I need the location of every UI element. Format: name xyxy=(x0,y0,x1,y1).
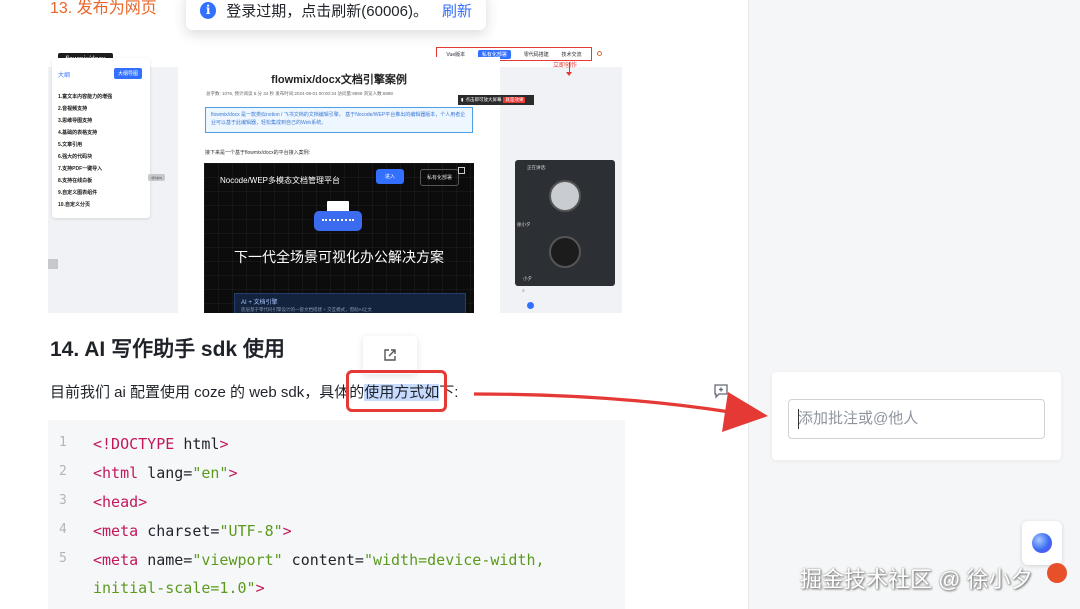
comment-input[interactable]: 添加批注或@他人 xyxy=(788,399,1045,439)
line-number: 3 xyxy=(59,493,67,508)
ai-orb-icon xyxy=(1032,533,1052,553)
info-icon: i xyxy=(200,1,217,19)
line-number: 2 xyxy=(59,464,67,479)
page: 13. 发布为网页 flowmix/docx Vue版本 私有化部署 零代码搭建… xyxy=(0,0,1080,609)
mini-outline-panel: 大纲 大纲导图 1.富文本内容能力的增强 2.音视频支持 3.思维导图支持 4.… xyxy=(52,58,150,218)
mini-create-label: 立即创作 xyxy=(553,63,578,69)
code-text: <meta charset="UTF-8"> xyxy=(93,522,292,540)
refresh-link[interactable]: 刷新 xyxy=(442,0,472,21)
section-13-heading: 13. 发布为网页 xyxy=(50,0,157,17)
code-text: <!DOCTYPE html> xyxy=(93,435,229,453)
mini-sidebar-toggle-icon xyxy=(48,259,58,269)
watermark: 掘金技术社区 @ 徐小夕 xyxy=(800,567,1033,592)
login-expired-toast: i 登录过期，点击刷新(60006)。 刷新 xyxy=(186,0,486,30)
mini-nav-item: 零代码搭建 xyxy=(523,51,549,58)
mini-article-title: flowmix/docx文档引擎案例 xyxy=(271,74,407,86)
search-icon: ⌕ xyxy=(522,288,525,294)
link-popover[interactable] xyxy=(363,336,417,374)
code-text: initial-scale=1.0"> xyxy=(93,579,265,597)
mini-outline-item: 7.支持PDF一键导入 xyxy=(58,166,103,172)
mini-expand-icon xyxy=(458,167,465,174)
mini-outline-item: 8.支持在线白板 xyxy=(58,178,93,184)
mini-banner-headline: 下一代全场景可视化办公解决方案 xyxy=(234,249,444,265)
mini-tip-badge: 就是效果 xyxy=(503,97,526,103)
line-number: 5 xyxy=(59,551,67,566)
notification-badge xyxy=(1047,563,1067,583)
section-14-heading: 14. AI 写作助手 sdk 使用 xyxy=(50,338,285,361)
mini-video-title: 正在讲话: xyxy=(527,165,547,170)
mini-nav-item: 技术交流 xyxy=(561,51,582,58)
paragraph-text: 目前我们 ai 配置使用 coze 的 web sdk，具体的 xyxy=(50,384,365,401)
mini-outline-item: 4.基础的表格支持 xyxy=(58,130,98,136)
mini-video-name: 小夕 xyxy=(523,276,532,281)
mini-outline-item: 2.音视频支持 xyxy=(58,106,88,112)
typewriter-icon xyxy=(314,201,362,231)
mini-tip-bar: ▮ 点击即可放大屏幕 就是效果 xyxy=(458,95,534,105)
mini-settings-icon xyxy=(597,51,602,56)
open-external-icon[interactable] xyxy=(383,348,397,362)
mini-article-card: flowmix/docx文档引擎案例 总字数: 1076, 预计阅读 5 分 3… xyxy=(178,57,500,313)
mini-banner-enter-button: 进入 xyxy=(376,169,405,184)
mini-outline-item: 10.自定义分页 xyxy=(58,202,90,208)
mini-outline-title: 大纲 xyxy=(58,73,71,79)
code-text: <html lang="en"> xyxy=(93,464,238,482)
embedded-screenshot: flowmix/docx Vue版本 私有化部署 零代码搭建 技术交流 立即创作… xyxy=(48,47,622,313)
mini-feature-title: AI + 文档引擎 xyxy=(241,300,278,306)
mini-article-meta: 总字数: 1076, 预计阅读 5 分 34 秒 发布时间:2024-08-01… xyxy=(206,91,393,96)
avatar xyxy=(549,236,581,268)
mini-feature-sub: 底层基于零代码引擎设计的一套文档搭建 + 交互模式，借助AI让文 xyxy=(241,307,372,312)
mini-outline-item: 1.富文本内容能力的增强 xyxy=(58,94,113,100)
comment-panel: 添加批注或@他人 xyxy=(772,372,1061,460)
mini-side-label: @kjks xyxy=(148,174,165,181)
mini-article-info: flowmix/docx 是一款类似notion / 飞书文档的文档编辑引擎。 … xyxy=(205,107,473,133)
ai-assistant-button[interactable] xyxy=(1022,521,1062,565)
line-number: 1 xyxy=(59,435,67,450)
code-block: 1 <!DOCTYPE html> 2 <html lang="en"> 3 <head>… xyxy=(48,420,625,609)
mini-outline-list: 1.富文本内容能力的增强 2.音视频支持 3.思维导图支持 4.基础的表格支持 … xyxy=(58,91,112,211)
mini-outline-item: 3.思维导图支持 xyxy=(58,118,93,124)
mini-tip-text: 点击即可放大屏幕 xyxy=(465,97,502,102)
mini-banner-title: Nocode/WEP多模态文档管理平台 xyxy=(220,176,341,185)
mini-outline-item: 5.文章引用 xyxy=(58,142,83,148)
code-text: <head> xyxy=(93,493,148,511)
mini-outline-item: 9.自定义图表组件 xyxy=(58,190,98,196)
avatar xyxy=(549,180,581,212)
line-number: 4 xyxy=(59,522,67,537)
mini-indicator-dot xyxy=(527,302,534,309)
document-area: 13. 发布为网页 flowmix/docx Vue版本 私有化部署 零代码搭建… xyxy=(0,0,748,609)
mini-banner-feature-card: AI + 文档引擎 底层基于零代码引擎设计的一套文档搭建 + 交互模式，借助AI… xyxy=(234,293,466,313)
comment-sidebar xyxy=(748,0,1080,609)
code-text: <meta name="viewport" content="width=dev… xyxy=(93,551,545,569)
toast-message: 登录过期，点击刷新(60006)。 xyxy=(226,2,428,20)
mini-outline-button: 大纲导图 xyxy=(114,68,143,79)
mini-video-panel: 正在讲话: 徐小夕 小夕 xyxy=(515,160,615,286)
mini-video-name: 徐小夕 xyxy=(517,222,531,227)
mini-banner-deploy-button: 私有化部署 xyxy=(420,169,460,186)
mini-outline-item: 6.强大的代码块 xyxy=(58,154,93,160)
mini-article-line: 接下来是一个基于flowmix/docx的平台接入案例: xyxy=(205,150,311,156)
mini-platform-banner: Nocode/WEP多模态文档管理平台 进入 私有化部署 下一代全场景可视化办公… xyxy=(204,163,474,313)
add-comment-icon[interactable] xyxy=(713,383,729,399)
bar-chart-icon: ▮ xyxy=(461,97,464,102)
annotation-highlight-box xyxy=(346,370,447,412)
